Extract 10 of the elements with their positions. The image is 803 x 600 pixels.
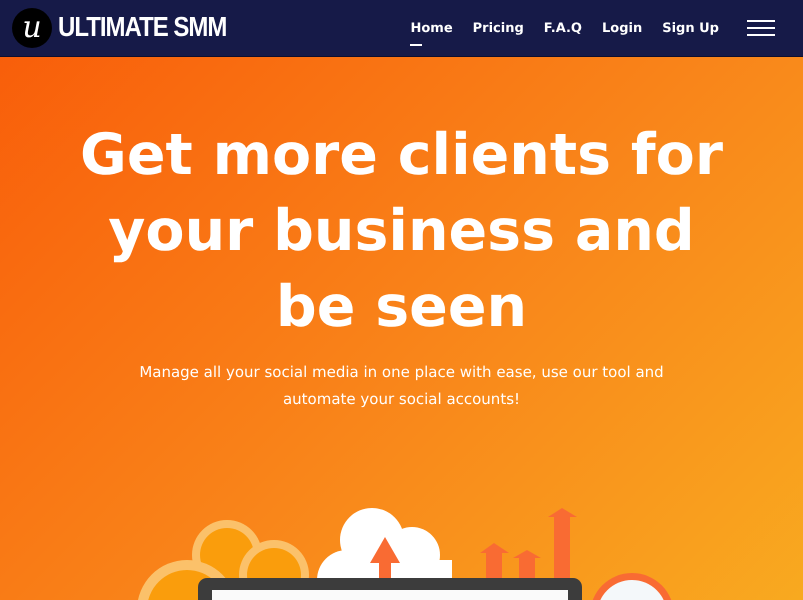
nav-link[interactable]: Home <box>410 16 453 46</box>
nav-link[interactable]: F.A.Q <box>544 16 582 46</box>
hero-heading: Get more clients for your business and be seen <box>79 121 724 342</box>
nav-link[interactable]: Sign Up <box>662 16 719 46</box>
brand-name[interactable]: ULTIMATE SMM <box>58 12 226 44</box>
menu-icon[interactable] <box>747 20 775 36</box>
hero-subtitle: Manage all your social media in one place with ease, use our tool and automate your social accounts! <box>138 362 665 410</box>
nav-link[interactable]: Pricing <box>472 16 524 46</box>
brand-logo[interactable]: u <box>12 8 52 48</box>
nav-link[interactable]: Login <box>602 16 642 46</box>
